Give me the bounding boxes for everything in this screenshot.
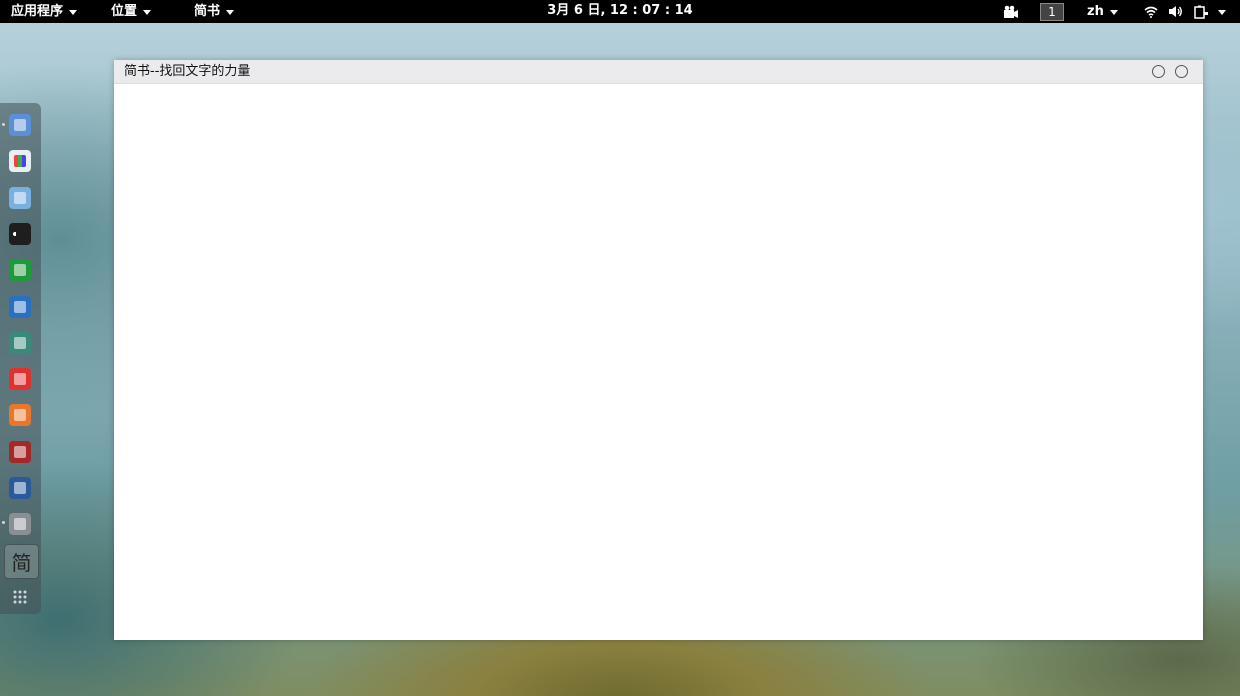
app-menu-label: 简书 [194, 3, 221, 19]
dock-item-zoomit[interactable] [9, 187, 31, 209]
chevron-down-icon [226, 10, 235, 15]
workspace-number: 1 [1040, 2, 1064, 21]
dock: 简 [0, 103, 41, 614]
avatar-icon [14, 337, 26, 349]
mascot-icon [14, 192, 26, 204]
app-window: 简书--找回文字的力量 [114, 60, 1203, 640]
running-indicator [2, 521, 5, 524]
running-indicator [2, 123, 5, 126]
terminal-icon [12, 232, 28, 236]
dock-item-software-center[interactable] [9, 150, 31, 172]
gear-icon [14, 518, 26, 530]
dock-item-faraday[interactable] [9, 441, 31, 463]
dock-item-character-app[interactable] [9, 332, 31, 354]
app-grid-icon [14, 155, 26, 167]
dock-item-burpsuite[interactable] [9, 404, 31, 426]
show-apps-button[interactable] [9, 586, 31, 608]
chevron-down-icon [143, 10, 152, 15]
chevron-down-icon [1109, 10, 1118, 15]
jianshu-app-icon[interactable]: 简 [4, 544, 39, 579]
circles-icon [14, 446, 26, 458]
dock-item-wireshark[interactable] [9, 477, 31, 499]
dock-item-files[interactable] [9, 114, 31, 136]
m-shield-icon [14, 301, 26, 313]
places-menu[interactable]: 位置 [111, 0, 152, 23]
window-content [114, 84, 1203, 640]
power-battery-icon[interactable] [1192, 0, 1210, 23]
system-menu-chevron-icon[interactable] [1215, 0, 1229, 23]
dock-item-xmind[interactable] [9, 368, 31, 390]
top-panel: 应用程序 位置 简书 3月 6 日, 12 : 07 : 14 1 zh [0, 0, 1240, 23]
workspace-indicator[interactable]: 1 [1040, 0, 1064, 23]
applications-menu[interactable]: 应用程序 [11, 0, 78, 23]
dock-item-metasploit[interactable] [9, 296, 31, 318]
recorder-icon[interactable] [1002, 0, 1020, 23]
folder-icon [14, 119, 26, 131]
wifi-icon[interactable] [1143, 0, 1159, 23]
app-menu[interactable]: 简书 [194, 0, 235, 23]
xmind-icon [14, 373, 26, 385]
dock-item-terminal[interactable] [9, 223, 31, 245]
shark-icon [14, 482, 26, 494]
close-button[interactable] [1175, 65, 1188, 78]
window-title: 简书--找回文字的力量 [124, 64, 251, 79]
input-method-menu[interactable]: zh [1087, 0, 1118, 23]
grid-dots-icon [13, 590, 27, 604]
chevron-down-icon [69, 10, 78, 15]
dock-item-settings[interactable] [9, 513, 31, 535]
places-menu-label: 位置 [111, 3, 138, 19]
input-method-label: zh [1087, 3, 1104, 19]
dock-item-vim[interactable] [9, 259, 31, 281]
lightning-icon [14, 409, 26, 421]
window-titlebar[interactable]: 简书--找回文字的力量 [114, 60, 1203, 84]
clock[interactable]: 3月 6 日, 12 : 07 : 14 [520, 0, 720, 22]
applications-menu-label: 应用程序 [11, 3, 64, 19]
minimize-button[interactable] [1152, 65, 1165, 78]
volume-icon[interactable] [1167, 0, 1183, 23]
vim-icon [14, 264, 26, 276]
